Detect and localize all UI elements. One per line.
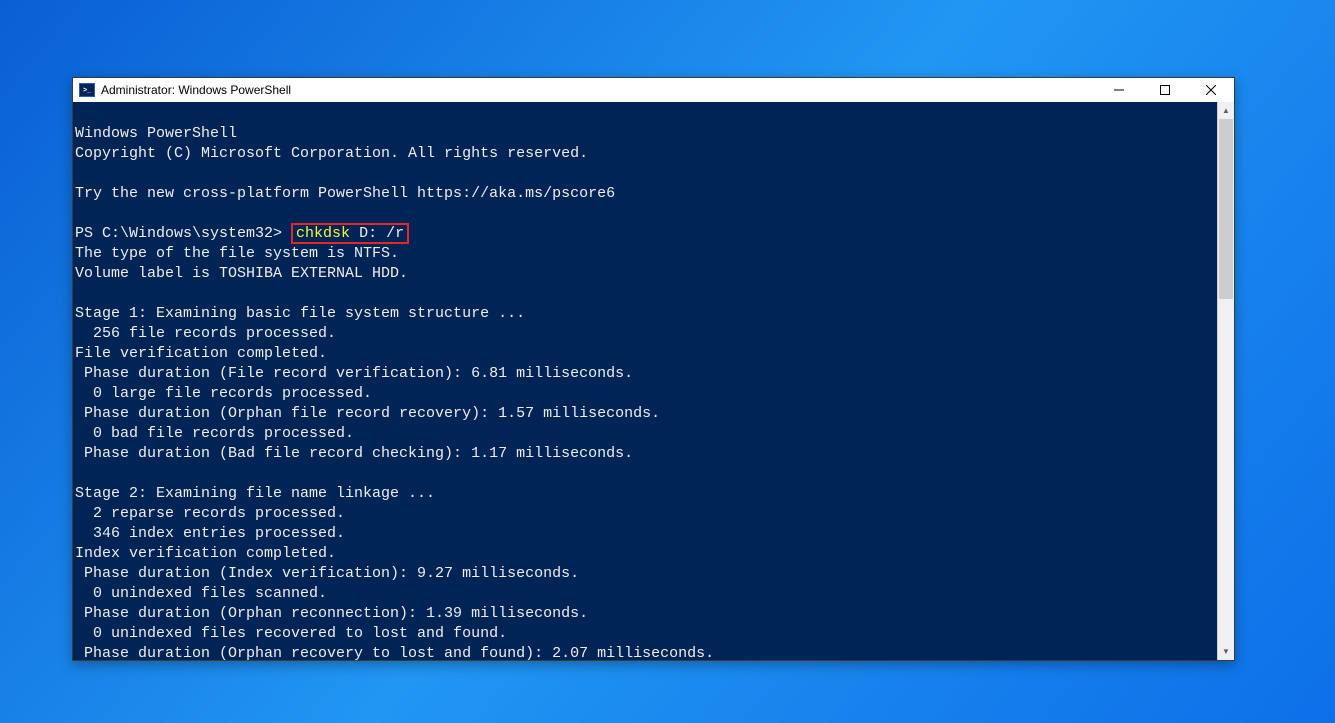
output-line: 0 unindexed files scanned. xyxy=(75,585,327,602)
prompt-line: PS C:\Windows\system32> chkdsk D: /r xyxy=(75,223,409,244)
output-line: Stage 2: Examining file name linkage ... xyxy=(75,485,435,502)
output-line: 346 index entries processed. xyxy=(75,525,345,542)
maximize-button[interactable] xyxy=(1142,78,1188,102)
command-args: D: /r xyxy=(350,225,404,242)
output-line: Phase duration (Orphan recovery to lost … xyxy=(75,645,714,660)
scroll-up-arrow-icon[interactable]: ▲ xyxy=(1218,102,1234,119)
minimize-button[interactable] xyxy=(1096,78,1142,102)
output-line: Phase duration (File record verification… xyxy=(75,365,633,382)
prompt-prefix: PS C:\Windows\system32> xyxy=(75,225,291,242)
titlebar[interactable]: Administrator: Windows PowerShell xyxy=(73,78,1234,102)
output-line: 0 large file records processed. xyxy=(75,385,372,402)
output-line: Try the new cross-platform PowerShell ht… xyxy=(75,185,615,202)
command-name: chkdsk xyxy=(296,225,350,242)
command-highlight: chkdsk D: /r xyxy=(291,223,409,244)
output-line: Stage 1: Examining basic file system str… xyxy=(75,305,525,322)
output-line: Phase duration (Orphan file record recov… xyxy=(75,405,660,422)
close-button[interactable] xyxy=(1188,78,1234,102)
terminal-output[interactable]: Windows PowerShell Copyright (C) Microso… xyxy=(73,102,1217,660)
output-line: 0 unindexed files recovered to lost and … xyxy=(75,625,507,642)
scroll-thumb[interactable] xyxy=(1219,119,1233,299)
powershell-icon xyxy=(79,83,95,97)
scroll-down-arrow-icon[interactable]: ▼ xyxy=(1218,643,1234,660)
vertical-scrollbar[interactable]: ▲ ▼ xyxy=(1217,102,1234,660)
output-line: Index verification completed. xyxy=(75,545,336,562)
output-line: Phase duration (Bad file record checking… xyxy=(75,445,633,462)
output-line: The type of the file system is NTFS. xyxy=(75,245,399,262)
output-line: Copyright (C) Microsoft Corporation. All… xyxy=(75,145,588,162)
output-line: 2 reparse records processed. xyxy=(75,505,345,522)
output-line: 0 bad file records processed. xyxy=(75,425,354,442)
output-line: Volume label is TOSHIBA EXTERNAL HDD. xyxy=(75,265,408,282)
output-line: Windows PowerShell xyxy=(75,125,237,142)
powershell-window: Administrator: Windows PowerShell Window… xyxy=(72,77,1235,661)
output-line: File verification completed. xyxy=(75,345,327,362)
window-title: Administrator: Windows PowerShell xyxy=(101,83,1096,97)
output-line: 256 file records processed. xyxy=(75,325,336,342)
output-line: Phase duration (Orphan reconnection): 1.… xyxy=(75,605,588,622)
output-line: Phase duration (Index verification): 9.2… xyxy=(75,565,579,582)
